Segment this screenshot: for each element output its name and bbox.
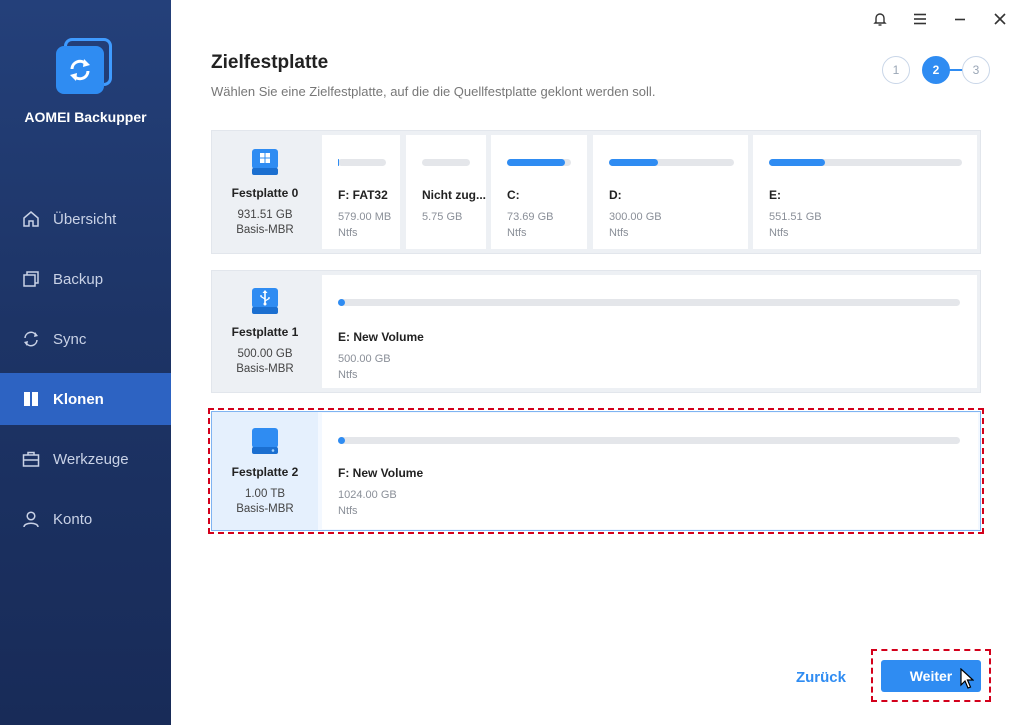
partition-label: E: New Volume (338, 330, 424, 344)
disk-size: 931.51 GB (237, 208, 293, 221)
disk-size: 500.00 GB (237, 348, 293, 360)
partition-card[interactable]: D: 300.00 GB Ntfs (593, 135, 748, 249)
toolbox-icon (22, 450, 40, 468)
sidebar-item-konto[interactable]: Konto (0, 493, 171, 545)
sidebar-item-klonen[interactable]: Klonen (0, 373, 171, 425)
disk-name: Festplatte 1 (231, 325, 299, 339)
menu-icon[interactable] (910, 9, 930, 29)
user-icon (22, 510, 40, 528)
page-title: Zielfestplatte (211, 52, 329, 73)
selection-highlight (208, 408, 984, 534)
page-subtitle: Wählen Sie eine Zielfestplatte, auf die … (211, 84, 656, 99)
bell-icon[interactable] (870, 9, 890, 29)
mouse-cursor-icon (960, 668, 974, 689)
step-connector (949, 69, 963, 71)
partition-label: D: (609, 188, 622, 202)
partition-card[interactable]: C: 73.69 GB Ntfs (491, 135, 587, 249)
partition-card[interactable]: E: New Volume 500.00 GB Ntfs (322, 275, 977, 388)
partition-fs: Ntfs (507, 227, 527, 239)
partition-label: E: (769, 188, 781, 202)
partition-card[interactable]: E: 551.51 GB Ntfs (753, 135, 977, 249)
sidebar-item-sync[interactable]: Sync (0, 313, 171, 365)
partition-size: 551.51 GB (769, 211, 822, 223)
sidebar-item-label: Werkzeuge (53, 450, 129, 468)
partition-label: Nicht zug... (422, 188, 486, 202)
sidebar-item-werkzeuge[interactable]: Werkzeuge (0, 433, 171, 485)
app-name: AOMEI Backupper (24, 109, 147, 125)
disk-name: Festplatte 0 (231, 185, 299, 200)
disk-info: Festplatte 0 931.51 GB Basis-MBR (212, 131, 318, 253)
backup-icon (22, 270, 40, 288)
home-icon (22, 210, 40, 228)
sync-icon (22, 330, 40, 348)
sidebar-item-label: Konto (53, 510, 93, 528)
partition-size: 300.00 GB (609, 211, 662, 223)
disk-info: Festplatte 1 500.00 GB Basis-MBR (212, 271, 318, 392)
partition-label: C: (507, 188, 520, 202)
close-icon[interactable] (990, 9, 1010, 29)
back-button[interactable]: Zurück (786, 664, 856, 690)
clone-icon (22, 390, 40, 408)
disk-row-0[interactable]: Festplatte 0 931.51 GB Basis-MBR F: FAT3… (211, 130, 981, 254)
partition-size: 579.00 MB (338, 211, 392, 223)
sidebar-item-backup[interactable]: Backup (0, 253, 171, 305)
partition-fs: Ntfs (609, 227, 629, 239)
sidebar-item-uebersicht[interactable]: Übersicht (0, 193, 171, 245)
minimize-icon[interactable] (950, 9, 970, 29)
app-logo-icon (56, 38, 114, 96)
windows-disk-icon (252, 148, 278, 175)
partition-size: 5.75 GB (422, 211, 463, 223)
partition-card[interactable]: Nicht zug... 5.75 GB (406, 135, 486, 249)
partition-card[interactable]: F: FAT32 579.00 MB Ntfs (322, 135, 400, 249)
partition-size: 500.00 GB (338, 353, 391, 365)
partition-fs: Ntfs (338, 369, 358, 381)
usage-bar (338, 299, 346, 306)
step-3: 3 (962, 56, 990, 84)
usage-bar (507, 159, 565, 166)
sidebar-item-label: Klonen (53, 390, 104, 408)
sidebar-item-label: Sync (53, 330, 87, 348)
partition-label: F: FAT32 (338, 188, 388, 202)
partition-fs: Ntfs (338, 227, 358, 239)
usb-disk-icon (252, 288, 278, 314)
step-2: 2 (922, 56, 950, 84)
partition-size: 73.69 GB (507, 211, 554, 223)
disk-style: Basis-MBR (236, 223, 294, 236)
usage-bar (338, 159, 340, 166)
partition-fs: Ntfs (769, 227, 789, 239)
sidebar-item-label: Übersicht (53, 210, 117, 228)
sidebar-item-label: Backup (53, 270, 104, 288)
disk-style: Basis-MBR (236, 363, 294, 375)
usage-bar (609, 159, 658, 166)
sidebar: AOMEI Backupper Übersicht Backup Sync Kl… (0, 0, 171, 725)
usage-bar (769, 159, 825, 166)
disk-row-1[interactable]: Festplatte 1 500.00 GB Basis-MBR E: New … (211, 270, 981, 393)
step-1: 1 (882, 56, 910, 84)
